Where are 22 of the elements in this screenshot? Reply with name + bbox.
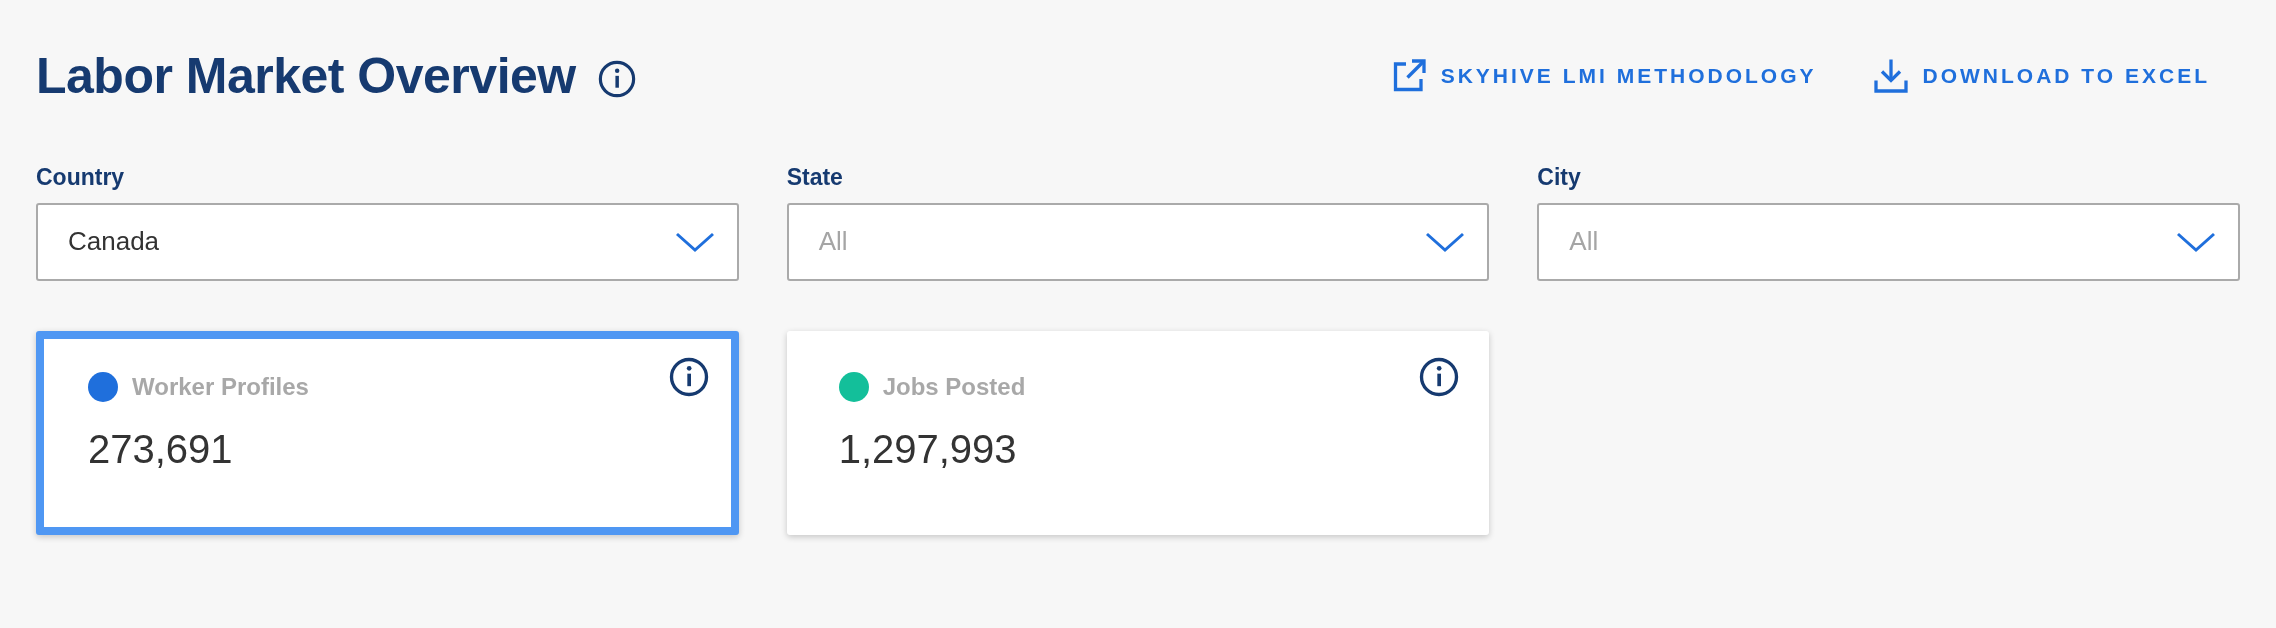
card-label: Worker Profiles — [132, 371, 309, 402]
methodology-link[interactable]: SKYHIVE LMI METHODOLOGY — [1390, 58, 1817, 94]
download-icon — [1872, 58, 1909, 94]
info-icon[interactable] — [1419, 356, 1460, 397]
stat-card[interactable]: Jobs Posted 1,297,993 — [786, 330, 1490, 535]
filter-label: Country — [36, 163, 126, 192]
filter-label: City — [1537, 163, 1582, 192]
info-icon[interactable] — [597, 60, 636, 98]
chevron-down-icon — [2176, 230, 2216, 253]
card-value: 1,297,993 — [838, 425, 1018, 473]
page-title: Labor Market Overview — [36, 51, 576, 101]
dropdown-field[interactable]: All — [1537, 202, 2240, 281]
card-label: Jobs Posted — [882, 371, 1026, 402]
chevron-down-icon — [674, 230, 715, 253]
info-icon[interactable] — [668, 356, 709, 397]
dropdown-field[interactable]: Canada — [36, 202, 739, 281]
stat-card[interactable]: Worker Profiles 273,691 — [36, 330, 739, 535]
dropdown-field[interactable]: All — [786, 202, 1490, 281]
download-link[interactable]: DOWNLOAD TO EXCEL — [1872, 58, 2210, 94]
card-value: 273,691 — [88, 425, 234, 473]
chevron-down-icon — [1425, 230, 1466, 253]
filter-label: State — [786, 163, 844, 192]
